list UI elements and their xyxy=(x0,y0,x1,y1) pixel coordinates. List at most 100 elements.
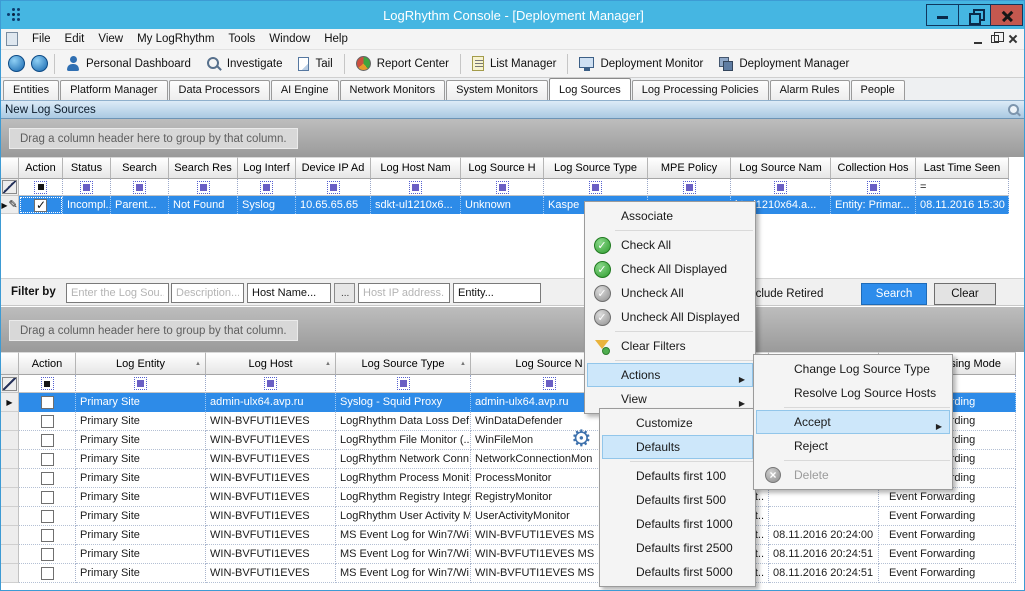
col-log-host-name[interactable]: Log Host Nam xyxy=(371,157,461,179)
entity-input[interactable] xyxy=(453,283,541,303)
mdi-close-icon[interactable] xyxy=(1008,34,1018,44)
menu-item-actions[interactable]: Actions xyxy=(587,363,753,387)
host-ip-input[interactable] xyxy=(358,283,450,303)
tab-log-processing-policies[interactable]: Log Processing Policies xyxy=(632,80,769,100)
filter-log-source-h[interactable] xyxy=(461,179,544,196)
row-checkbox[interactable] xyxy=(41,567,54,580)
filter-search-result[interactable] xyxy=(169,179,238,196)
tab-network-monitors[interactable]: Network Monitors xyxy=(340,80,446,100)
row-checkbox[interactable] xyxy=(41,453,54,466)
row-checkbox[interactable] xyxy=(41,529,54,542)
tab-entities[interactable]: Entities xyxy=(3,80,59,100)
table-row[interactable]: Primary Site WIN-BVFUTI1EVES LogRhythm U… xyxy=(1,507,1016,526)
tab-ai-engine[interactable]: AI Engine xyxy=(271,80,339,100)
filter-collection-host[interactable] xyxy=(831,179,916,196)
menu-tools[interactable]: Tools xyxy=(221,31,262,47)
menu-item-defaults-first-5000[interactable]: Defaults first 5000 xyxy=(602,560,753,584)
col-last-time-seen[interactable]: Last Time Seen xyxy=(916,157,1009,179)
menu-my-logrhythm[interactable]: My LogRhythm xyxy=(130,31,221,47)
table-row[interactable]: Primary Site WIN-BVFUTI1EVES MS Event Lo… xyxy=(1,545,1016,564)
menu-item-defaults-first-100[interactable]: Defaults first 100 xyxy=(602,464,753,488)
cell-action[interactable] xyxy=(19,196,63,214)
deployment-manager-button[interactable]: Deployment Manager xyxy=(711,55,857,73)
close-button[interactable] xyxy=(990,4,1023,26)
menu-help[interactable]: Help xyxy=(317,31,355,47)
filter-log-host[interactable] xyxy=(206,375,336,393)
menu-item-defaults-first-1000[interactable]: Defaults first 1000 xyxy=(602,512,753,536)
search-button[interactable]: Search xyxy=(861,283,927,305)
report-center-button[interactable]: Report Center xyxy=(348,54,457,73)
menu-item-defaults-first-2500[interactable]: Defaults first 2500 xyxy=(602,536,753,560)
grid1-corner[interactable] xyxy=(1,157,19,179)
row-checkbox[interactable] xyxy=(41,415,54,428)
tab-log-sources[interactable]: Log Sources xyxy=(549,78,631,100)
clear-button[interactable]: Clear xyxy=(934,283,996,305)
restore-button[interactable] xyxy=(958,4,991,26)
description-input[interactable] xyxy=(171,283,244,303)
col-search[interactable]: Search xyxy=(111,157,169,179)
panel-search-icon[interactable] xyxy=(1008,104,1019,115)
filter-log-source-type[interactable] xyxy=(336,375,471,393)
filter-log-host-name[interactable] xyxy=(371,179,461,196)
menu-item-reject[interactable]: Reject xyxy=(756,434,950,458)
col-log-entity[interactable]: Log Entity xyxy=(76,352,206,375)
cell-action[interactable] xyxy=(19,431,76,450)
menu-item-resolve-log-source-hosts[interactable]: Resolve Log Source Hosts xyxy=(756,381,950,405)
menu-window[interactable]: Window xyxy=(262,31,317,47)
more-button[interactable]: ... xyxy=(334,283,355,303)
mdi-minimize-icon[interactable] xyxy=(974,42,982,44)
filter-status[interactable] xyxy=(63,179,111,196)
tail-button[interactable]: Tail xyxy=(290,55,340,73)
col-log-interface[interactable]: Log Interf xyxy=(238,157,296,179)
menu-item-accept[interactable]: Accept xyxy=(756,410,950,434)
cell-action[interactable] xyxy=(19,545,76,564)
cell-action[interactable] xyxy=(19,488,76,507)
tab-platform-manager[interactable]: Platform Manager xyxy=(60,80,167,100)
filter-device-ip[interactable] xyxy=(296,179,371,196)
mdi-restore-icon[interactable] xyxy=(991,35,999,43)
row-checkbox[interactable] xyxy=(41,472,54,485)
menu-item-uncheck-all-displayed[interactable]: Uncheck All Displayed xyxy=(587,305,753,329)
col-log-source-type[interactable]: Log Source Type xyxy=(336,352,471,375)
menu-item-customize[interactable]: Customize xyxy=(602,411,753,435)
deployment-monitor-button[interactable]: Deployment Monitor xyxy=(571,55,711,73)
globe-forward-icon[interactable] xyxy=(31,55,48,72)
menu-view[interactable]: View xyxy=(91,31,130,47)
cell-action[interactable] xyxy=(19,393,76,412)
col-log-host[interactable]: Log Host xyxy=(206,352,336,375)
table-row[interactable]: Primary Site WIN-BVFUTI1EVES MS Event Lo… xyxy=(1,526,1016,545)
row-checkbox[interactable] xyxy=(41,548,54,561)
tab-alarm-rules[interactable]: Alarm Rules xyxy=(770,80,850,100)
col-device-ip[interactable]: Device IP Ad xyxy=(296,157,371,179)
row-checkbox[interactable] xyxy=(34,199,47,212)
col-action[interactable]: Action xyxy=(19,352,76,375)
new-log-source-row[interactable]: Incompl... Parent... Not Found Syslog 10… xyxy=(1,196,1009,214)
cell-action[interactable] xyxy=(19,507,76,526)
cell-action[interactable] xyxy=(19,564,76,583)
investigate-button[interactable]: Investigate xyxy=(199,55,291,73)
filter-action[interactable] xyxy=(19,179,63,196)
menu-item-check-all-displayed[interactable]: Check All Displayed xyxy=(587,257,753,281)
col-log-source-name[interactable]: Log Source Nam xyxy=(731,157,831,179)
clear-filter-cell[interactable] xyxy=(1,375,19,393)
clear-filter-cell[interactable] xyxy=(1,179,19,196)
filter-log-source-name[interactable] xyxy=(731,179,831,196)
filter-action[interactable] xyxy=(19,375,76,393)
col-search-result[interactable]: Search Res xyxy=(169,157,238,179)
col-status[interactable]: Status xyxy=(63,157,111,179)
cell-action[interactable] xyxy=(19,469,76,488)
col-action[interactable]: Action xyxy=(19,157,63,179)
col-log-source-type[interactable]: Log Source Type xyxy=(544,157,648,179)
table-row[interactable]: Primary Site WIN-BVFUTI1EVES MS Event Lo… xyxy=(1,564,1016,583)
tab-people[interactable]: People xyxy=(851,80,905,100)
cell-action[interactable] xyxy=(19,526,76,545)
row-checkbox[interactable] xyxy=(41,510,54,523)
tab-system-monitors[interactable]: System Monitors xyxy=(446,80,548,100)
menu-item-change-log-source-type[interactable]: Change Log Source Type xyxy=(756,357,950,381)
menu-edit[interactable]: Edit xyxy=(58,31,92,47)
grid2-corner[interactable] xyxy=(1,352,19,375)
menu-item-defaults-first-500[interactable]: Defaults first 500 xyxy=(602,488,753,512)
globe-back-icon[interactable] xyxy=(8,55,25,72)
tab-data-processors[interactable]: Data Processors xyxy=(169,80,270,100)
menu-item-associate[interactable]: Associate xyxy=(587,204,753,228)
